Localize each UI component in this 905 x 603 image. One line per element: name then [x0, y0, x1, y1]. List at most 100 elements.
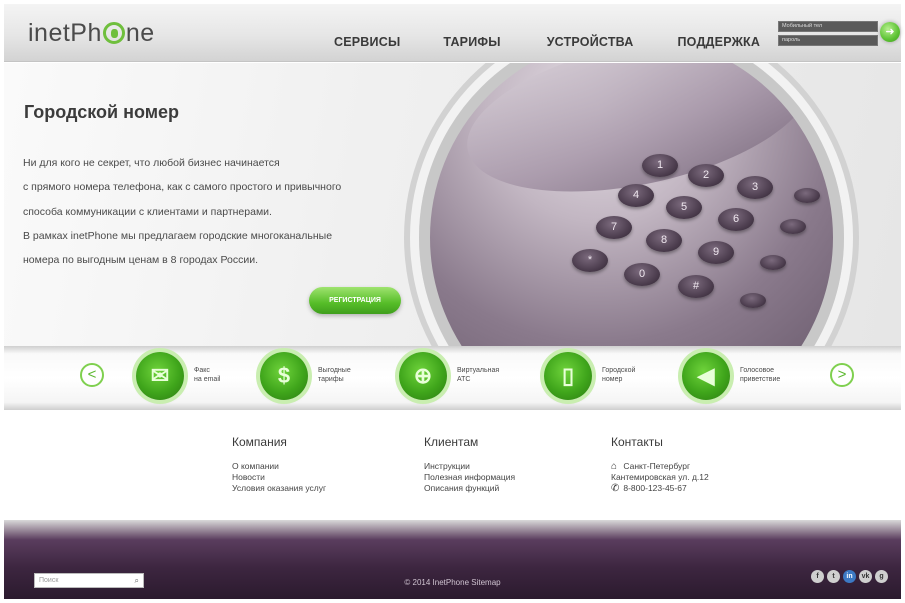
hero-line: Ни для кого не секрет, что любой бизнес …	[23, 157, 280, 169]
nav-tariffs[interactable]: ТАРИФЫ	[443, 35, 500, 49]
page: inetPh ne СЕРВИСЫ ТАРИФЫ УСТРОЙСТВА ПОДДЕ…	[0, 0, 905, 603]
hero-section: Городской номер Ни для кого не секрет, ч…	[4, 63, 901, 346]
footer-bar: Поиск ⌕ © 2014 InetPhone Sitemap f t in v…	[4, 520, 901, 599]
nav-services[interactable]: СЕРВИСЫ	[334, 35, 400, 49]
keypad-key: 2	[688, 164, 724, 187]
login-password-input[interactable]: пароль	[778, 35, 878, 46]
contact-city: Санкт-Петербург	[623, 461, 691, 471]
service-label-line: Голосовое	[740, 367, 775, 374]
copyright-text: © 2014 InetPhone Sitemap	[404, 578, 501, 587]
service-label: Факс на email	[194, 366, 264, 384]
footer-link-news[interactable]: Новости	[232, 472, 326, 483]
service-label-line: Городской	[602, 367, 636, 374]
service-label-line: Факс	[194, 367, 210, 374]
login-submit-button[interactable]: ➜	[880, 22, 900, 42]
hero-description: Ни для кого не секрет, что любой бизнес …	[23, 151, 423, 272]
desk-phone-image: 1 2 3 4 5 6 7 8 9 * 0 #	[419, 63, 844, 346]
contact-address: Кантемировская ул. д.12	[611, 472, 709, 482]
footer-links: Компания О компании Новости Условия оказ…	[4, 410, 901, 520]
vk-icon[interactable]: vk	[859, 570, 872, 583]
function-key	[794, 188, 820, 203]
home-icon: ⌂	[611, 461, 618, 472]
register-button[interactable]: РЕГИСТРАЦИЯ	[309, 287, 401, 314]
service-fax-email[interactable]: ✉ Факс на email	[136, 352, 256, 404]
login-phone-input[interactable]: Мобильный тел	[778, 21, 878, 32]
phone-logo-icon	[102, 22, 125, 44]
keypad-key: 7	[596, 216, 632, 239]
service-label: Городской номер	[602, 366, 672, 384]
carousel-prev-button[interactable]: <	[80, 363, 104, 387]
footer-link-useful-info[interactable]: Полезная информация	[424, 472, 515, 483]
logo-text-end: ne	[125, 19, 155, 47]
globe-icon: ⊕	[399, 352, 447, 400]
contact-phone[interactable]: 8-800-123-45-67	[623, 483, 686, 493]
service-tariffs[interactable]: $ Выгодные тарифы	[260, 352, 380, 404]
envelope-icon: ✉	[136, 352, 184, 400]
keypad-key: #	[678, 275, 714, 298]
chevron-right-icon: >	[837, 366, 847, 383]
footer-link-features[interactable]: Описания функций	[424, 483, 515, 494]
keypad-key: *	[572, 249, 608, 272]
carousel-next-button[interactable]: >	[830, 363, 854, 387]
footer-link-instructions[interactable]: Инструкции	[424, 461, 515, 472]
function-key	[780, 219, 806, 234]
service-label: Голосовое приветствие	[740, 366, 810, 384]
megaphone-icon: ◀	[682, 352, 730, 400]
keypad-key: 8	[646, 229, 682, 252]
keypad-key: 9	[698, 241, 734, 264]
hero-line: с прямого номера телефона, как с самого …	[23, 181, 342, 194]
social-links: f t in vk g	[808, 570, 888, 583]
footer-column-company: Компания О компании Новости Условия оказ…	[232, 435, 326, 494]
footer-link-about[interactable]: О компании	[232, 461, 326, 472]
mobile-phone-icon: ▯	[544, 352, 592, 400]
dollar-icon: $	[260, 352, 308, 400]
function-key	[760, 255, 786, 270]
facebook-icon[interactable]: f	[811, 570, 824, 583]
login-form: Мобильный тел пароль ➜	[775, 18, 900, 52]
function-key	[740, 293, 766, 308]
service-label-line: Выгодные	[318, 367, 351, 374]
chevron-left-icon: <	[87, 366, 97, 383]
google-plus-icon[interactable]: g	[875, 570, 888, 583]
service-label-line: номер	[602, 376, 623, 383]
footer-column-contacts: Контакты ⌂ Санкт-Петербург Кантемировска…	[611, 435, 709, 494]
footer-heading: Клиентам	[424, 435, 479, 449]
contact-city-row: ⌂ Санкт-Петербург	[611, 461, 709, 472]
hero-line: способа коммуникации с клиентами и партн…	[23, 205, 272, 218]
nav-support[interactable]: ПОДДЕРЖКА	[678, 35, 761, 49]
keypad-key: 5	[666, 196, 702, 219]
service-voice-greeting[interactable]: ◀ Голосовое приветствие	[682, 352, 812, 404]
service-label-line: приветствие	[740, 376, 781, 383]
service-label: Виртуальная АТС	[457, 366, 527, 384]
service-label-line: тарифы	[318, 376, 344, 383]
service-city-number[interactable]: ▯ Городской номер	[544, 352, 664, 404]
nav-devices[interactable]: УСТРОЙСТВА	[547, 35, 634, 49]
header: inetPh ne СЕРВИСЫ ТАРИФЫ УСТРОЙСТВА ПОДДЕ…	[4, 4, 901, 62]
footer-heading: Компания	[232, 435, 287, 449]
linkedin-icon[interactable]: in	[843, 570, 856, 583]
keypad-key: 1	[642, 154, 678, 177]
service-virtual-pbx[interactable]: ⊕ Виртуальная АТС	[399, 352, 519, 404]
services-carousel: < ✉ Факс на email $ Выгодные тарифы ⊕ Вирт…	[4, 346, 901, 410]
service-label: Выгодные тарифы	[318, 366, 388, 384]
hero-line: В рамках inetPhone мы предлагаем городск…	[23, 229, 333, 242]
footer-column-clients: Клиентам Инструкции Полезная информация …	[424, 435, 515, 494]
footer-link-terms[interactable]: Условия оказания услуг	[232, 483, 326, 494]
service-label-line: АТС	[457, 376, 471, 383]
footer-heading: Контакты	[611, 435, 663, 449]
main-nav: СЕРВИСЫ ТАРИФЫ УСТРОЙСТВА ПОДДЕРЖКА	[324, 35, 760, 49]
contact-phone-row: ✆ 8-800-123-45-67	[611, 483, 709, 494]
logo-text-start: inetPh	[28, 19, 102, 47]
keypad-key: 6	[718, 208, 754, 231]
hero-line: номера по выгодным ценам в 8 городах Рос…	[23, 254, 258, 267]
hero-title: Городской номер	[24, 102, 180, 122]
phone-icon: ✆	[611, 483, 620, 494]
logo[interactable]: inetPh ne	[28, 19, 155, 48]
twitter-icon[interactable]: t	[827, 570, 840, 583]
keypad-key: 4	[618, 184, 654, 207]
service-label-line: на email	[194, 376, 221, 383]
arrow-right-icon: ➜	[885, 26, 895, 38]
keypad-key: 0	[624, 263, 660, 286]
keypad-key: 3	[737, 176, 773, 199]
service-label-line: Виртуальная	[457, 367, 500, 374]
